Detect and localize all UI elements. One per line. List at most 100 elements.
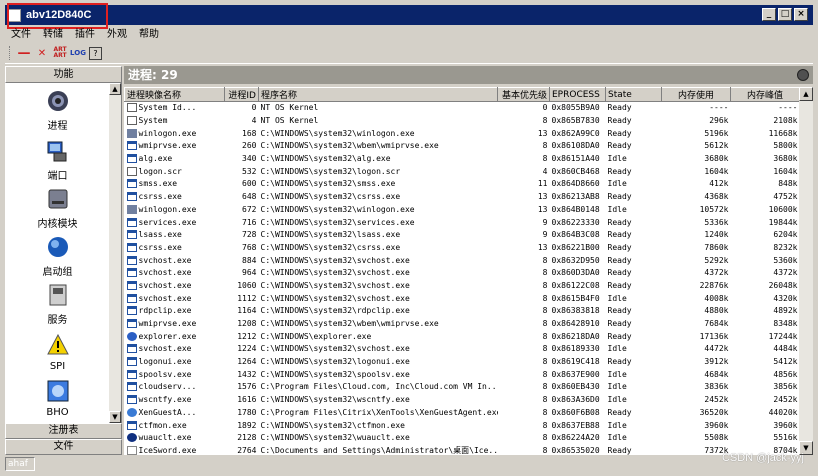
scroll-up-icon[interactable]: ▲ <box>109 83 121 95</box>
process-row[interactable]: lsass.exe 728 C:\WINDOWS\system32\lsass.ex… <box>125 229 800 242</box>
process-cell-path: C:\WINDOWS\system32\svchost.exe <box>260 280 410 290</box>
function-item-bho[interactable]: BHO <box>5 379 110 418</box>
process-row[interactable]: alg.exe 340 C:\WINDOWS\system32\alg.exe 8 0x… <box>125 153 800 166</box>
function-item-spi[interactable]: SPI <box>5 333 110 372</box>
process-row[interactable]: logon.scr 532 C:\WINDOWS\system32\logon.sc… <box>125 165 800 178</box>
process-row[interactable]: wmiprvse.exe 1208 C:\WINDOWS\system32\wbem… <box>125 318 800 331</box>
process-name: csrss.exe <box>138 192 182 202</box>
process-row[interactable]: wmiprvse.exe 260 C:\WINDOWS\system32\wbem\… <box>125 140 800 153</box>
process-row[interactable]: wuauclt.exe 2128 C:\WINDOWS\system32\wuauc… <box>125 432 800 445</box>
close-x-icon[interactable]: ✕ <box>35 46 49 60</box>
process-name: rdpclip.exe <box>138 306 192 316</box>
process-cell-state: Idle <box>607 420 627 430</box>
process-row[interactable]: svchost.exe 1060 C:\WINDOWS\system32\svcho… <box>125 280 800 293</box>
maximize-button[interactable]: □ <box>778 8 792 21</box>
process-row[interactable]: spoolsv.exe 1432 C:\WINDOWS\system32\spool… <box>125 368 800 381</box>
function-list-scrollbar[interactable]: ▲ ▼ <box>109 83 121 423</box>
process-table-scrollbar[interactable]: ▲ ▼ <box>799 87 813 455</box>
function-item-label: 端口 <box>47 171 68 182</box>
function-item-kernel-modules[interactable]: 内核模块 <box>5 187 110 230</box>
log-icon[interactable]: LOG <box>70 46 86 60</box>
function-item-startup[interactable]: 启动组 <box>5 235 110 278</box>
process-row[interactable]: winlogon.exe 168 C:\WINDOWS\system32\winlo… <box>125 127 800 140</box>
process-cell-state: Ready <box>607 128 632 138</box>
toolbar-grip[interactable] <box>9 46 13 60</box>
process-icon <box>126 280 137 290</box>
process-row[interactable]: System Id... 0 NT OS Kernel 0 0x8055B9A0 Read… <box>125 102 800 115</box>
process-icon <box>126 166 137 176</box>
help-icon[interactable]: ? <box>89 46 102 60</box>
process-row[interactable]: csrss.exe 648 C:\WINDOWS\system32\csrss.ex… <box>125 191 800 204</box>
process-row[interactable]: IceSword.exe 2764 C:\Documents and Setting… <box>125 445 800 455</box>
process-row[interactable]: rdpclip.exe 1164 C:\WINDOWS\system32\rdpcl… <box>125 305 800 318</box>
process-row[interactable]: svchost.exe 964 C:\WINDOWS\system32\svchos… <box>125 267 800 280</box>
menu-file[interactable]: 文件 <box>5 26 37 43</box>
process-row[interactable]: cloudserv... 1576 C:\Program Files\Cloud.c… <box>125 381 800 394</box>
process-cell-mem: 17136k <box>699 331 729 341</box>
process-cell-state: Ready <box>607 217 632 227</box>
column-header-peak[interactable]: 内存峰值 <box>730 87 799 102</box>
art-icon[interactable]: ART ART <box>53 46 67 60</box>
process-row[interactable]: svchost.exe 1112 C:\WINDOWS\system32\svcho… <box>125 292 800 305</box>
process-row[interactable]: winlogon.exe 672 C:\WINDOWS\system32\winlo… <box>125 204 800 217</box>
close-button[interactable]: × <box>794 8 808 21</box>
process-name: smss.exe <box>138 179 178 189</box>
process-row[interactable]: logonui.exe 1264 C:\WINDOWS\system32\logon… <box>125 356 800 369</box>
process-row[interactable]: smss.exe 600 C:\WINDOWS\system32\smss.exe 1… <box>125 178 800 191</box>
process-row[interactable]: services.exe 716 C:\WINDOWS\system32\servi… <box>125 216 800 229</box>
process-row[interactable]: wscntfy.exe 1616 C:\WINDOWS\system32\wscnt… <box>125 394 800 407</box>
process-row[interactable]: ctfmon.exe 1892 C:\WINDOWS\system32\ctfmon… <box>125 419 800 432</box>
function-item-services[interactable]: 服务 <box>5 283 110 326</box>
process-row[interactable]: csrss.exe 768 C:\WINDOWS\system32\csrss.ex… <box>125 242 800 255</box>
function-item-port[interactable]: 端口 <box>5 139 110 182</box>
function-panel-header: 功能 <box>5 66 122 83</box>
scroll-up-icon[interactable]: ▲ <box>799 87 813 101</box>
title-bar[interactable]: abv12D840C _ □ × <box>5 5 813 25</box>
function-registry-button[interactable]: 注册表 <box>5 423 122 439</box>
process-cell-eprocess: 0x864B3C08 <box>551 230 600 240</box>
process-cell-path: C:\WINDOWS\explorer.exe <box>260 331 372 341</box>
process-cell-path: C:\WINDOWS\system32\smss.exe <box>260 179 396 189</box>
scroll-down-icon[interactable]: ▼ <box>109 411 121 423</box>
process-cell-pri: 8 <box>542 116 548 126</box>
process-cell-state: Ready <box>607 445 632 455</box>
process-row[interactable]: svchost.exe 884 C:\WINDOWS\system32\svchos… <box>125 254 800 267</box>
process-cell-name: wmiprvse.exe <box>125 140 225 153</box>
process-name: logon.scr <box>138 166 182 176</box>
process-cell-mem: 4008k <box>704 293 729 303</box>
process-name: logonui.exe <box>138 357 192 367</box>
process-row[interactable]: System 4 NT OS Kernel 8 0x865B7830 Ready 296k 2… <box>125 115 800 128</box>
column-header-memory[interactable]: 内存使用 <box>661 87 731 102</box>
menu-plugins[interactable]: 插件 <box>69 26 101 43</box>
process-cell-pri: 8 <box>542 407 548 417</box>
minimize-button[interactable]: _ <box>762 8 776 21</box>
menu-help[interactable]: 帮助 <box>133 26 165 43</box>
process-cell-mem: 4372k <box>704 268 729 278</box>
menu-appearance[interactable]: 外观 <box>101 26 133 43</box>
process-cell-mem: 3836k <box>704 382 729 392</box>
menu-dump[interactable]: 转储 <box>37 26 69 43</box>
column-header-path[interactable]: 程序名称 <box>258 87 498 102</box>
minus-icon[interactable]: — <box>17 46 31 61</box>
process-name: wmiprvse.exe <box>138 141 197 151</box>
process-cell-name: IceSword.exe <box>125 445 225 455</box>
process-row[interactable]: XenGuestA... 1780 C:\Program Files\Citrix\… <box>125 407 800 420</box>
process-cell-peak: 5516k <box>773 433 798 443</box>
process-cell-pri: 0 <box>542 103 548 113</box>
process-cell-pid: 1576 <box>237 382 257 392</box>
column-header-name[interactable]: 进程映像名称 <box>124 87 225 102</box>
process-cell-state: Ready <box>607 357 632 367</box>
column-header-state[interactable]: State <box>605 87 662 102</box>
refresh-icon[interactable] <box>797 69 809 81</box>
column-header-eprocess[interactable]: EPROCESS <box>549 87 606 102</box>
process-icon <box>126 306 137 316</box>
function-item-process[interactable]: 进程 <box>5 89 110 132</box>
process-row[interactable]: svchost.exe 1224 C:\WINDOWS\system32\svcho… <box>125 343 800 356</box>
column-header-pid[interactable]: 进程ID <box>224 87 259 102</box>
column-header-priority[interactable]: 基本优先级 <box>497 87 550 102</box>
process-row[interactable]: explorer.exe 1212 C:\WINDOWS\explorer.exe 8… <box>125 330 800 343</box>
process-icon <box>126 395 137 405</box>
function-file-button[interactable]: 文件 <box>5 439 122 455</box>
process-name: IceSword.exe <box>138 445 197 455</box>
process-cell-mem: 4880k <box>704 306 729 316</box>
